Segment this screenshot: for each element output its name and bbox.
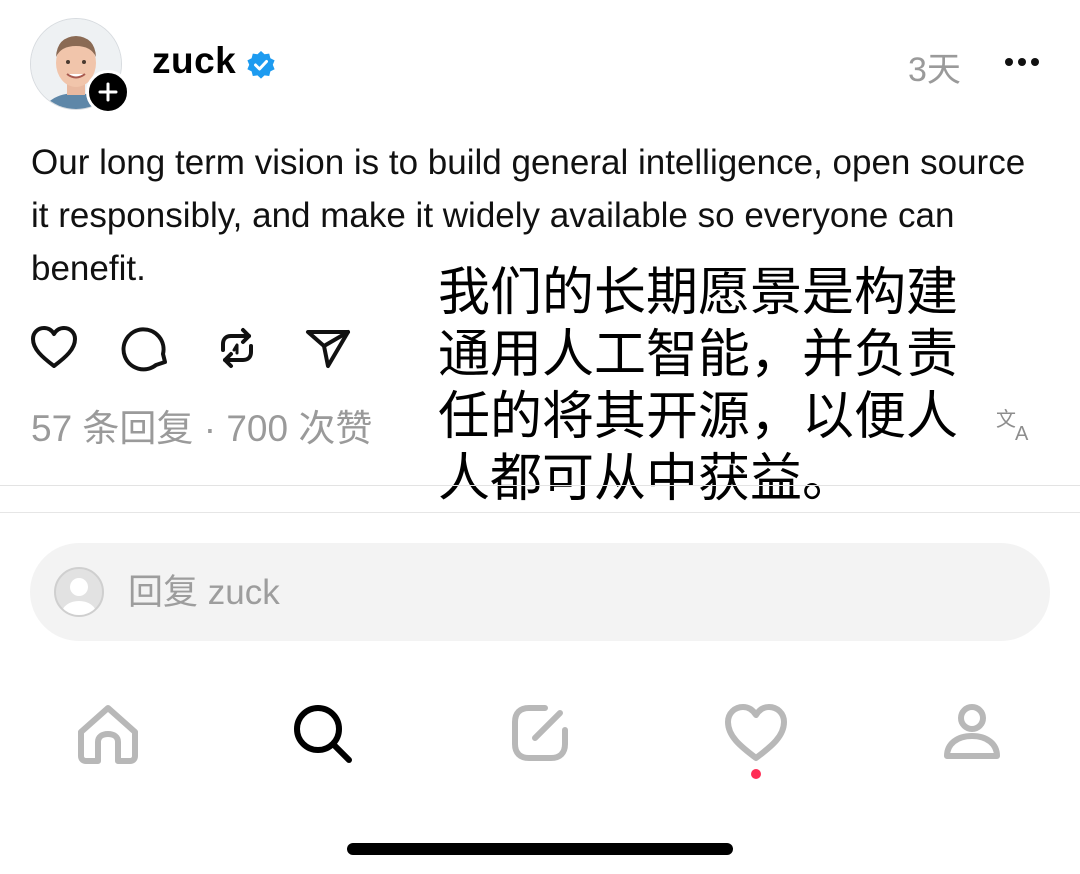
translation-line: 通用人工智能，并负责 — [438, 325, 959, 385]
translation-line: 我们的长期愿景是构建 — [438, 263, 959, 323]
reply-box[interactable] — [30, 543, 1050, 641]
activity-heart-icon[interactable] — [721, 698, 791, 768]
translate-icon[interactable]: 文 A — [996, 404, 1036, 444]
user-placeholder-icon — [62, 578, 96, 615]
reply-input[interactable] — [126, 567, 830, 619]
translation-line: 人都可从中获益。 — [438, 449, 855, 509]
search-icon[interactable] — [287, 698, 357, 768]
compose-icon[interactable] — [505, 698, 575, 768]
notification-dot — [751, 769, 761, 779]
home-indicator[interactable] — [347, 843, 733, 855]
verified-badge-icon — [247, 51, 275, 79]
avatar-container[interactable] — [30, 18, 130, 114]
username[interactable]: zuck — [152, 40, 236, 82]
translation-overlay: 我们的长期愿景是构建 通用人工智能，并负责 任的将其开源，以便人 人都可从中获益… — [438, 262, 998, 510]
comment-icon[interactable] — [120, 322, 172, 374]
share-icon[interactable] — [302, 322, 354, 374]
svg-text:文: 文 — [996, 407, 1016, 431]
profile-icon[interactable] — [937, 698, 1007, 768]
svg-text:A: A — [1015, 423, 1029, 444]
divider — [0, 485, 1080, 486]
plus-icon — [98, 82, 118, 102]
heart-icon[interactable] — [28, 322, 80, 374]
home-icon[interactable] — [73, 698, 143, 768]
repost-icon[interactable] — [211, 322, 263, 374]
divider — [0, 512, 1080, 513]
translation-line: 任的将其开源，以便人 — [438, 387, 959, 447]
reply-avatar — [54, 567, 104, 617]
post-stats[interactable]: 57 条回复 · 700 次赞 — [31, 398, 372, 452]
more-options-icon[interactable] — [1002, 47, 1042, 77]
post-timestamp: 3天 — [908, 51, 961, 89]
follow-button[interactable] — [86, 70, 130, 114]
